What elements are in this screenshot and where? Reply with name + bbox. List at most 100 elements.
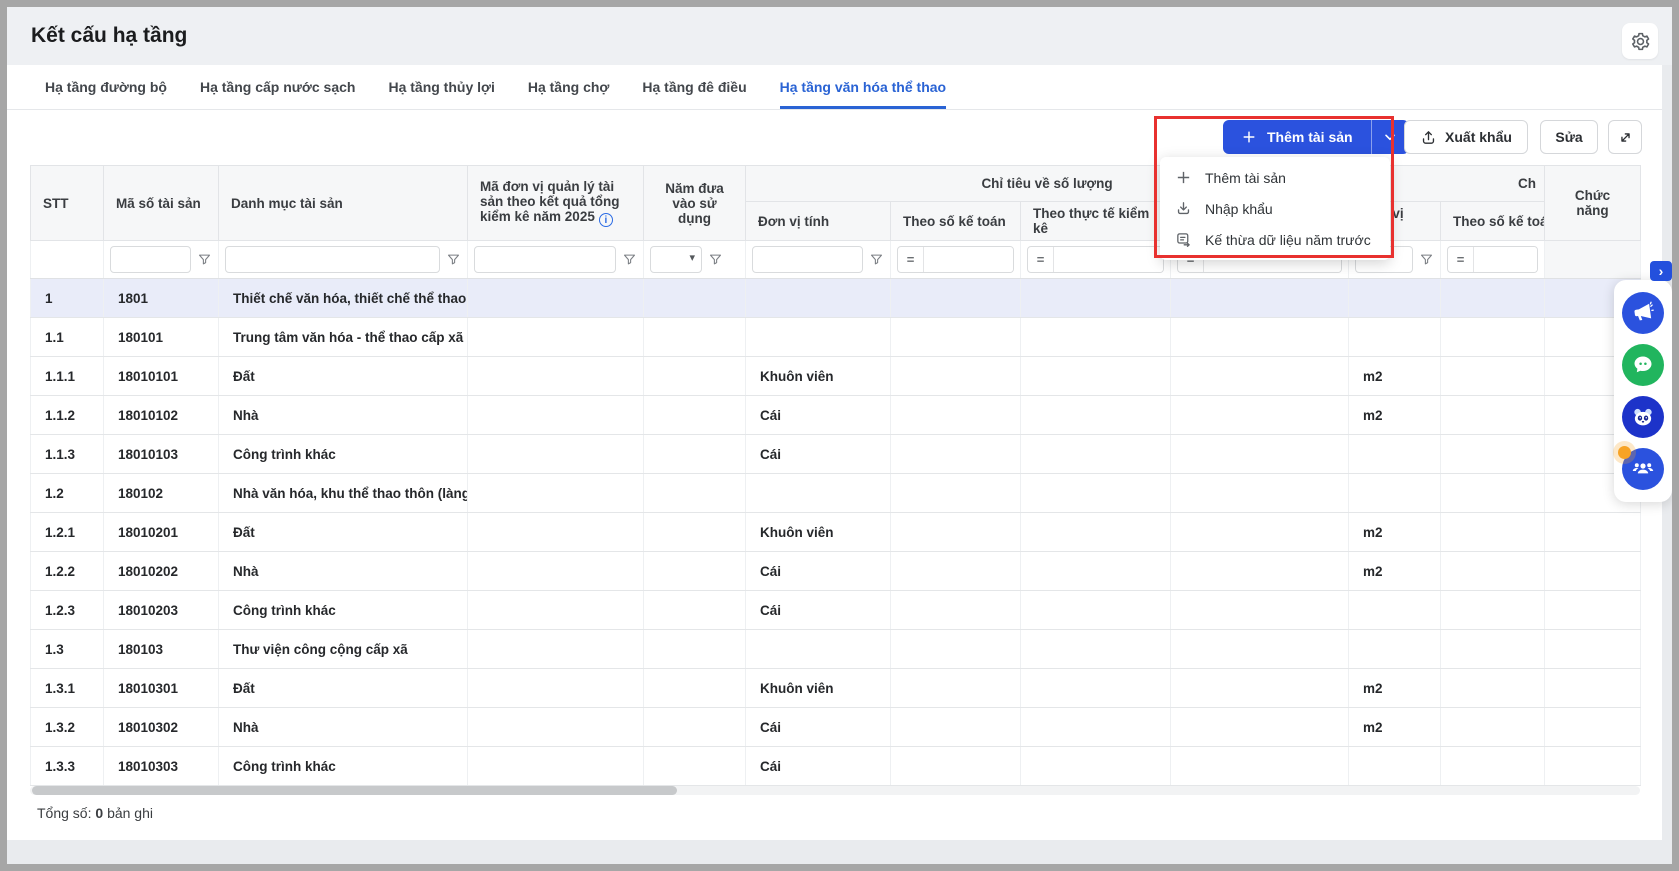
equals-operator[interactable]: = [898, 247, 924, 272]
filter-funnel-icon[interactable] [869, 252, 884, 267]
cell-kt1 [891, 708, 1021, 747]
table-row[interactable]: 1.2180102Nhà văn hóa, khu thể thao thôn … [31, 474, 1641, 513]
cell-danh_muc: Nhà văn hóa, khu thể thao thôn (làng, … [219, 474, 468, 513]
cell-nam [644, 396, 746, 435]
filter-cell-stt [31, 241, 104, 279]
side-drawer-toggle[interactable]: › [1650, 261, 1672, 281]
tab-4[interactable]: Hạ tầng đê điều [642, 65, 746, 109]
megaphone-button[interactable] [1622, 292, 1664, 334]
filter-funnel-icon[interactable] [708, 252, 723, 267]
chat-button[interactable] [1622, 344, 1664, 386]
menu-item-1[interactable]: Nhập khẩu [1160, 193, 1390, 224]
filter-kt1-input[interactable] [924, 247, 1013, 272]
cell-ma_dv [468, 513, 644, 552]
megaphone-icon [1631, 301, 1656, 326]
cell-ma_dv [468, 318, 644, 357]
filter-cell-chuc_nang [1545, 241, 1641, 279]
table-row[interactable]: 1.1180101Trung tâm văn hóa - thể thao cấ… [31, 318, 1641, 357]
equals-operator[interactable]: = [1028, 247, 1054, 272]
table-row[interactable]: 1.1.218010102NhàCáim2 [31, 396, 1641, 435]
add-asset-button[interactable]: Thêm tài sản [1223, 120, 1371, 154]
cell-stt: 1.3.3 [31, 747, 104, 786]
table-row[interactable]: 1.3.118010301ĐấtKhuôn viênm2 [31, 669, 1641, 708]
total-records: Tổng số: 0 bản ghi [37, 805, 153, 821]
cell-dvt2 [1349, 474, 1441, 513]
scrollbar-thumb[interactable] [32, 786, 677, 795]
table-row[interactable]: 1.3.218010302NhàCáim2 [31, 708, 1641, 747]
export-label: Xuất khẩu [1445, 129, 1512, 145]
cell-cl1 [1171, 630, 1349, 669]
cell-ma_so: 18010201 [104, 513, 219, 552]
cell-dvt2 [1349, 279, 1441, 318]
cell-kt2 [1441, 708, 1545, 747]
cell-nam [644, 708, 746, 747]
filter-funnel-icon[interactable] [446, 252, 461, 267]
cell-cl1 [1171, 357, 1349, 396]
cell-dvt1: Cái [746, 435, 891, 474]
equals-operator[interactable]: = [1448, 247, 1474, 272]
tab-5[interactable]: Hạ tầng văn hóa thể thao [780, 65, 946, 109]
cell-ma_so: 180103 [104, 630, 219, 669]
cell-cl1 [1171, 435, 1349, 474]
filter-funnel-icon[interactable] [622, 252, 637, 267]
filter-ma_dv-input[interactable] [474, 246, 616, 273]
settings-button[interactable] [1622, 23, 1658, 59]
cell-kt1 [891, 591, 1021, 630]
cell-kk1 [1021, 552, 1171, 591]
cell-kt2 [1441, 435, 1545, 474]
tab-1[interactable]: Hạ tầng cấp nước sạch [200, 65, 355, 109]
cell-kt2 [1441, 318, 1545, 357]
table-row[interactable]: 1.3180103Thư viện công cộng cấp xã [31, 630, 1641, 669]
filter-nam-select[interactable] [650, 246, 702, 273]
filter-ma_so-input[interactable] [110, 246, 191, 273]
tab-2[interactable]: Hạ tầng thủy lợi [388, 65, 494, 109]
horizontal-scrollbar[interactable] [30, 786, 1640, 795]
menu-item-label: Nhập khẩu [1205, 201, 1273, 217]
filter-kk1-input[interactable] [1054, 247, 1163, 272]
filter-dvt1-input[interactable] [752, 246, 863, 273]
filter-funnel-icon[interactable] [197, 252, 212, 267]
edit-label: Sửa [1555, 129, 1582, 145]
cell-dvt2: m2 [1349, 708, 1441, 747]
cell-stt: 1.1.3 [31, 435, 104, 474]
cell-stt: 1.3.1 [31, 669, 104, 708]
menu-item-0[interactable]: Thêm tài sản [1160, 162, 1390, 193]
table-row[interactable]: 1.1.118010101ĐấtKhuôn viênm2 [31, 357, 1641, 396]
cell-kk1 [1021, 396, 1171, 435]
cell-cl1 [1171, 279, 1349, 318]
cell-ma_dv [468, 552, 644, 591]
cell-ma_dv [468, 396, 644, 435]
cell-dvt1 [746, 474, 891, 513]
filter-funnel-icon[interactable] [1419, 252, 1434, 267]
filter-cell-ma_so [104, 241, 219, 279]
table-row[interactable]: 1.2.318010203Công trình khácCái [31, 591, 1641, 630]
cell-chuc_nang [1545, 630, 1641, 669]
table-row[interactable]: 11801Thiết chế văn hóa, thiết chế thể th… [31, 279, 1641, 318]
table-row[interactable]: 1.2.218010202NhàCáim2 [31, 552, 1641, 591]
tab-3[interactable]: Hạ tầng chợ [528, 65, 610, 109]
page-header: Kết cấu hạ tầng [7, 7, 1672, 65]
cell-dvt1: Khuôn viên [746, 669, 891, 708]
cell-dvt1: Cái [746, 747, 891, 786]
cell-kk1 [1021, 591, 1171, 630]
table-row[interactable]: 1.1.318010103Công trình khácCái [31, 435, 1641, 474]
tab-0[interactable]: Hạ tầng đường bộ [45, 65, 167, 109]
add-asset-dropdown-toggle[interactable] [1371, 120, 1409, 154]
edit-button[interactable]: Sửa [1540, 120, 1598, 154]
menu-item-2[interactable]: Kế thừa dữ liệu năm trước [1160, 224, 1390, 255]
info-icon[interactable]: i [599, 213, 613, 227]
community-button[interactable] [1622, 448, 1664, 490]
filter-cell-dvt1 [746, 241, 891, 279]
export-button[interactable]: Xuất khẩu [1404, 120, 1528, 154]
filter-danh_muc-input[interactable] [225, 246, 440, 273]
filter-kt2-input[interactable] [1474, 247, 1537, 272]
cell-danh_muc: Thiết chế văn hóa, thiết chế thể thao [219, 279, 468, 318]
panda-bot-button[interactable] [1622, 396, 1664, 438]
cell-nam [644, 669, 746, 708]
table-row[interactable]: 1.3.318010303Công trình khácCái [31, 747, 1641, 786]
table-row[interactable]: 1.2.118010201ĐấtKhuôn viênm2 [31, 513, 1641, 552]
expand-button[interactable] [1608, 120, 1642, 154]
cell-nam [644, 474, 746, 513]
cell-cl1 [1171, 318, 1349, 357]
app-window: Kết cấu hạ tầng Hạ tầng đường bộ Hạ tầng … [0, 0, 1679, 871]
